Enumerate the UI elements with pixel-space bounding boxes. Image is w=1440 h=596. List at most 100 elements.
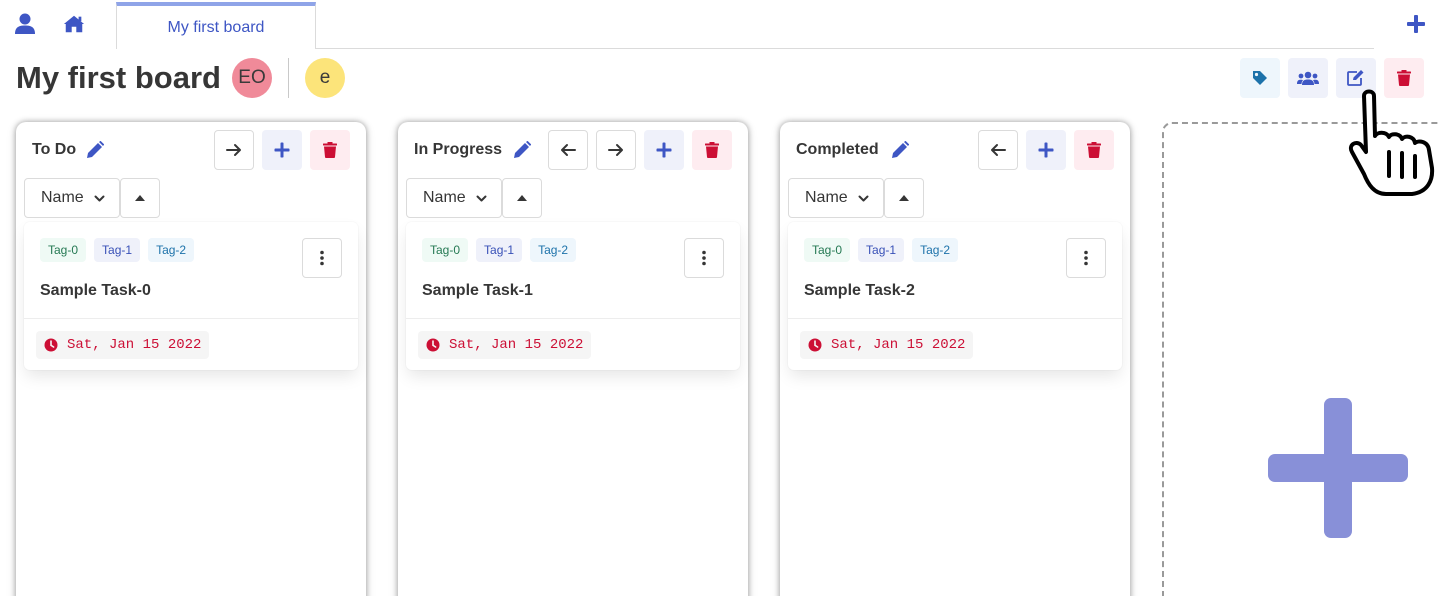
home-icon[interactable] [63,12,85,36]
trash-icon [1087,142,1101,158]
task-title: Sample Task-2 [804,282,915,299]
arrow-left-icon [991,144,1006,156]
chevron-down-icon [476,195,487,202]
tag[interactable]: Tag-1 [858,238,905,262]
due-date-text: Sat, Jan 15 2022 [67,337,202,353]
sort-direction-button[interactable] [502,178,542,218]
card-divider [788,318,1122,319]
tag[interactable]: Tag-1 [476,238,523,262]
add-column-button[interactable] [1162,122,1440,596]
arrow-right-icon [608,144,623,156]
column-header: In Progress [398,122,748,178]
edit-icon [1347,70,1364,86]
tag[interactable]: Tag-0 [422,238,469,262]
board-members-button[interactable] [1288,58,1328,98]
column-completed: Completed Name Tag-0 Tag-1 Tag-2 Sample … [780,122,1130,596]
tab-label: My first board [167,18,265,36]
trash-icon [1397,70,1411,86]
column-title: Completed [796,141,879,158]
add-task-button[interactable] [1026,130,1066,170]
task-card[interactable]: Tag-0 Tag-1 Tag-2 Sample Task-0 Sat, Jan… [24,222,358,370]
pencil-icon[interactable] [513,140,532,159]
trash-icon [323,142,337,158]
avatar-initials: EO [238,67,266,88]
sort-direction-button[interactable] [884,178,924,218]
card-menu-button[interactable] [1066,238,1106,278]
user-icon[interactable] [14,12,36,36]
sort-select-value: Name [423,189,466,206]
tab-underline [0,48,116,49]
avatar-divider [288,58,289,98]
arrow-left-icon [561,144,576,156]
caret-up-icon [517,195,527,201]
column-title: In Progress [414,141,503,158]
caret-up-icon [899,195,909,201]
task-card[interactable]: Tag-0 Tag-1 Tag-2 Sample Task-2 Sat, Jan… [788,222,1122,370]
clock-icon [44,338,58,352]
task-card[interactable]: Tag-0 Tag-1 Tag-2 Sample Task-1 Sat, Jan… [406,222,740,370]
pencil-icon[interactable] [86,140,105,159]
tag-icon [1253,71,1267,85]
sort-select-value: Name [41,189,84,206]
column-header: To Do [16,122,366,178]
delete-column-button[interactable] [310,130,350,170]
sort-select[interactable]: Name [406,178,502,218]
tag-list: Tag-0 Tag-1 Tag-2 [804,238,959,262]
ellipsis-vertical-icon [1084,250,1088,266]
caret-up-icon [135,195,145,201]
due-date-text: Sat, Jan 15 2022 [831,337,966,353]
clock-icon [426,338,440,352]
column-header: Completed [780,122,1130,178]
task-title: Sample Task-0 [40,282,151,299]
column-to-do: To Do Name Tag-0 Tag-1 Tag-2 Sample Task… [16,122,366,596]
top-navigation: My first board [0,0,1440,49]
card-divider [406,318,740,319]
avatar-initials: e [319,67,331,88]
card-menu-button[interactable] [684,238,724,278]
tag[interactable]: Tag-2 [530,238,577,262]
column-in-progress: In Progress Name Tag-0 Tag-1 Tag-2 Sampl… [398,122,748,596]
plus-icon [1268,398,1408,538]
column-title: To Do [32,141,77,158]
due-date-badge: Sat, Jan 15 2022 [418,331,592,359]
tag[interactable]: Tag-2 [912,238,959,262]
clock-icon [808,338,822,352]
task-title: Sample Task-1 [422,282,533,299]
sort-direction-button[interactable] [120,178,160,218]
move-column-left-button[interactable] [548,130,588,170]
add-task-button[interactable] [262,130,302,170]
ellipsis-vertical-icon [320,250,324,266]
tag-list: Tag-0 Tag-1 Tag-2 [40,238,195,262]
tag[interactable]: Tag-2 [148,238,195,262]
plus-icon [656,142,672,158]
card-divider [24,318,358,319]
board-delete-button[interactable] [1384,58,1424,98]
avatar-member[interactable]: EO [232,58,272,98]
add-task-button[interactable] [644,130,684,170]
delete-column-button[interactable] [692,130,732,170]
due-date-badge: Sat, Jan 15 2022 [800,331,974,359]
board-edit-button[interactable] [1336,58,1376,98]
trash-icon [705,142,719,158]
delete-column-button[interactable] [1074,130,1114,170]
ellipsis-vertical-icon [702,250,706,266]
sort-select[interactable]: Name [24,178,120,218]
plus-icon [274,142,290,158]
tag[interactable]: Tag-1 [94,238,141,262]
card-menu-button[interactable] [302,238,342,278]
avatar-member[interactable]: e [305,58,345,98]
move-column-left-button[interactable] [978,130,1018,170]
sort-select[interactable]: Name [788,178,884,218]
tab-my-first-board[interactable]: My first board [116,2,316,49]
due-date-badge: Sat, Jan 15 2022 [36,331,210,359]
pencil-icon[interactable] [891,140,910,159]
page-title: My first board [16,60,221,95]
board-tags-button[interactable] [1240,58,1280,98]
sort-select-value: Name [805,189,848,206]
move-column-right-button[interactable] [214,130,254,170]
add-board-plus-icon[interactable] [1406,14,1426,34]
tag[interactable]: Tag-0 [40,238,87,262]
due-date-text: Sat, Jan 15 2022 [449,337,584,353]
move-column-right-button[interactable] [596,130,636,170]
tag[interactable]: Tag-0 [804,238,851,262]
